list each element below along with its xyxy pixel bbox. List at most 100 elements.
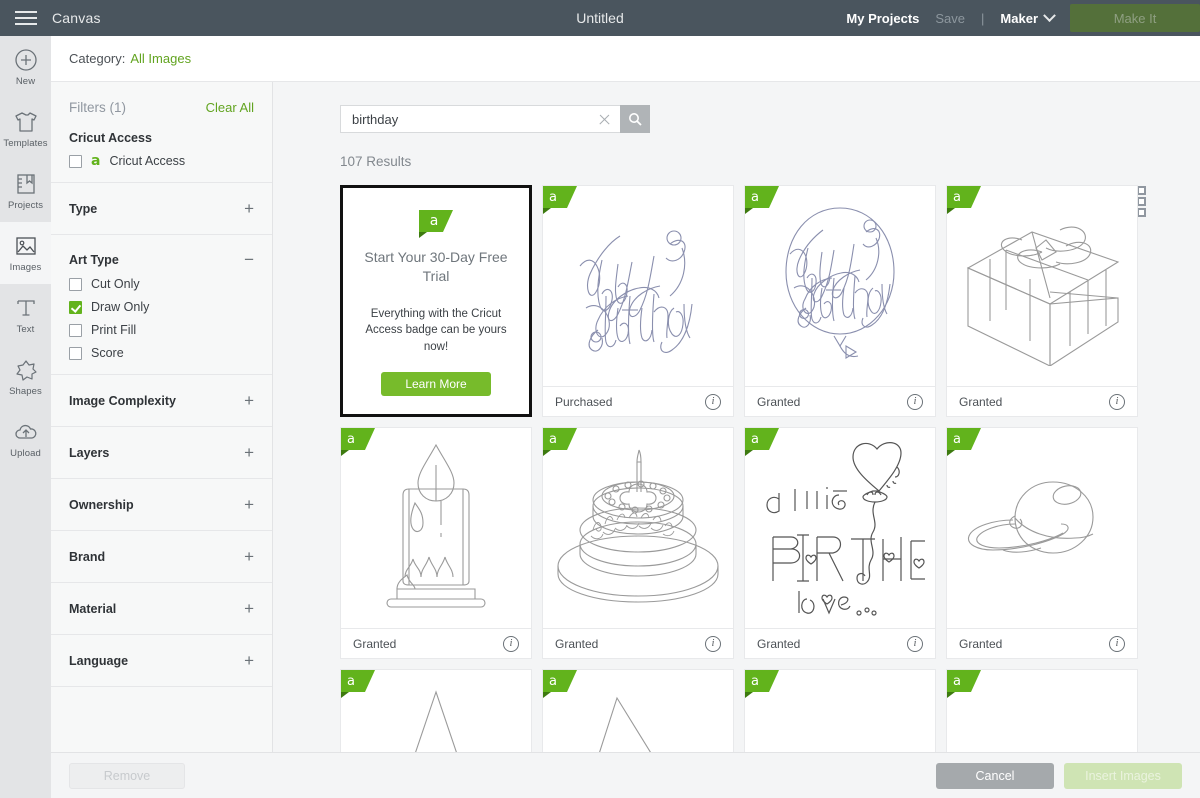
my-projects-link[interactable]: My Projects xyxy=(846,11,919,26)
accordion-title: Language xyxy=(69,653,129,668)
ownership-status: Granted xyxy=(555,636,599,651)
info-icon[interactable]: i xyxy=(907,393,923,410)
image-thumbnail-candle xyxy=(341,428,531,628)
checkbox-row-score[interactable]: Score xyxy=(69,346,254,360)
rail-item-upload[interactable]: Upload xyxy=(0,408,51,470)
checkbox-cricut-access[interactable] xyxy=(69,154,82,168)
info-icon[interactable]: i xyxy=(705,393,721,410)
rail-item-templates[interactable]: Templates xyxy=(0,98,51,160)
book-icon xyxy=(13,171,39,197)
image-card[interactable]: a xyxy=(744,427,936,659)
results-count: 107 Results xyxy=(340,154,412,169)
search-input[interactable] xyxy=(352,111,597,127)
image-card[interactable]: a xyxy=(340,427,532,659)
card-caption: Granted i xyxy=(947,628,1137,658)
accordion-title: Type xyxy=(69,201,98,216)
info-icon[interactable]: i xyxy=(907,635,923,652)
image-card[interactable]: a Granted i xyxy=(946,427,1138,659)
filter-accordion-type[interactable]: Type + xyxy=(51,183,272,235)
image-card[interactable]: a i xyxy=(542,669,734,752)
plus-icon: + xyxy=(244,495,254,514)
image-card[interactable]: a i xyxy=(946,669,1138,752)
rail-item-projects[interactable]: Projects xyxy=(0,160,51,222)
checkbox-row-draw-only[interactable]: Draw Only xyxy=(69,300,254,314)
checkbox-cut-only[interactable] xyxy=(69,277,82,291)
checkbox-row-cut-only[interactable]: Cut Only xyxy=(69,277,254,291)
plus-icon: + xyxy=(244,443,254,462)
top-bar: Canvas Untitled My Projects Save | Maker… xyxy=(0,0,1200,36)
search-button[interactable] xyxy=(620,105,650,133)
ownership-status: Granted xyxy=(353,636,397,651)
image-card[interactable]: a i xyxy=(744,669,936,752)
search-box[interactable] xyxy=(340,105,620,133)
cricut-access-badge-icon: a xyxy=(91,153,101,169)
filter-accordion-layers[interactable]: Layers + xyxy=(51,427,272,479)
image-card[interactable]: a xyxy=(946,185,1138,417)
image-grid: a Start Your 30-Day Free Trial Everythin… xyxy=(340,185,1150,752)
checkbox-row-print-fill[interactable]: Print Fill xyxy=(69,323,254,337)
cricut-access-promo-card[interactable]: a Start Your 30-Day Free Trial Everythin… xyxy=(340,185,532,417)
filter-accordion-brand[interactable]: Brand + xyxy=(51,531,272,583)
top-bar-actions: My Projects Save | Maker Make It xyxy=(846,0,1200,36)
shapes-icon xyxy=(13,357,39,383)
filter-accordion-image-complexity[interactable]: Image Complexity + xyxy=(51,375,272,427)
badge-glyph: a xyxy=(751,431,759,447)
info-icon[interactable]: i xyxy=(503,635,519,652)
rail-item-images[interactable]: Images xyxy=(0,222,51,284)
image-card[interactable]: a xyxy=(744,185,936,417)
card-caption: Purchased i xyxy=(543,386,733,416)
filter-accordion-art-type: Art Type − Cut Only Draw Only Print Fill… xyxy=(51,235,272,375)
save-button[interactable]: Save xyxy=(935,11,965,26)
close-x-icon[interactable] xyxy=(597,112,612,127)
badge-glyph: a xyxy=(953,431,961,447)
card-caption: Granted i xyxy=(745,386,935,416)
image-thumbnail-happy-birthday-script xyxy=(543,186,733,386)
badge-glyph: a xyxy=(953,189,961,205)
make-it-button[interactable]: Make It xyxy=(1070,4,1200,32)
bottom-action-bar: Remove Cancel Insert Images xyxy=(51,752,1200,798)
chevron-down-icon xyxy=(1043,8,1056,22)
hamburger-icon[interactable] xyxy=(0,0,52,36)
learn-more-button[interactable]: Learn More xyxy=(381,372,491,396)
filter-accordion-language[interactable]: Language + xyxy=(51,635,272,687)
filter-accordion-ownership[interactable]: Ownership + xyxy=(51,479,272,531)
checkbox-print-fill[interactable] xyxy=(69,323,82,337)
tshirt-icon xyxy=(13,109,39,135)
info-icon[interactable]: i xyxy=(1109,393,1125,410)
ownership-status: Granted xyxy=(757,394,801,409)
badge-glyph: a xyxy=(549,189,557,205)
cricut-access-badge-icon: a xyxy=(341,428,375,456)
accordion-title: Art Type xyxy=(69,252,119,267)
image-card[interactable]: a i xyxy=(340,669,532,752)
category-value[interactable]: All Images xyxy=(130,51,191,66)
checkbox-draw-only[interactable] xyxy=(69,300,82,314)
info-icon[interactable]: i xyxy=(1109,635,1125,652)
machine-selector[interactable]: Maker xyxy=(1000,8,1056,26)
image-thumbnail-balloon-string xyxy=(947,428,1137,628)
checkbox-score[interactable] xyxy=(69,346,82,360)
filter-accordion-material[interactable]: Material + xyxy=(51,583,272,635)
rail-item-shapes[interactable]: Shapes xyxy=(0,346,51,408)
category-bar: Category: All Images xyxy=(51,36,1200,82)
cricut-access-badge-icon: a xyxy=(947,428,981,456)
group-title: Cricut Access xyxy=(69,131,152,145)
insert-images-button[interactable]: Insert Images xyxy=(1064,762,1182,789)
rail-item-text[interactable]: Text xyxy=(0,284,51,346)
ownership-status: Granted xyxy=(959,636,1003,651)
category-label: Category: xyxy=(69,51,126,66)
search-row xyxy=(340,105,650,133)
card-caption: Granted i xyxy=(341,628,531,658)
cancel-button[interactable]: Cancel xyxy=(936,762,1054,789)
image-card[interactable]: a xyxy=(542,427,734,659)
accordion-header-art-type[interactable]: Art Type − xyxy=(69,251,254,268)
rail-item-new[interactable]: New xyxy=(0,36,51,98)
badge-glyph: a xyxy=(429,213,439,229)
image-thumbnail-a-little-birthday-love xyxy=(745,428,935,628)
badge-glyph: a xyxy=(347,431,355,447)
remove-button[interactable]: Remove xyxy=(69,762,185,789)
info-icon[interactable]: i xyxy=(705,635,721,652)
checkbox-row-cricut-access[interactable]: a Cricut Access xyxy=(69,154,254,168)
image-thumbnail-balloon-happy-birthday xyxy=(745,186,935,386)
clear-all-button[interactable]: Clear All xyxy=(206,100,254,115)
image-card[interactable]: a xyxy=(542,185,734,417)
